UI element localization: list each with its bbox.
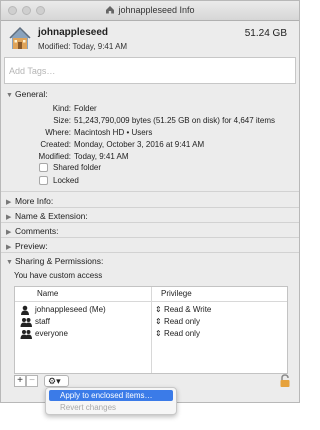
shared-folder-checkbox[interactable] [39, 163, 48, 172]
divider [1, 191, 299, 192]
disclosure-closed-icon: ▶ [6, 244, 12, 251]
group-icon [20, 317, 32, 329]
divider [1, 207, 299, 208]
disclosure-closed-icon: ▶ [6, 214, 12, 221]
table-row[interactable]: johnappleseed (Me) ⇕ Read & Write [15, 305, 287, 317]
info-header: johnappleseed Modified: Today, 9:41 AM 5… [1, 21, 299, 57]
general-section-header[interactable]: ▼ General: [6, 89, 48, 99]
table-row[interactable]: everyone ⇕ Read only [15, 329, 287, 341]
item-name: johnappleseed [38, 27, 109, 38]
comments-label: Comments: [15, 226, 59, 236]
action-menu-button[interactable]: ⚙▾ [44, 375, 69, 387]
disclosure-closed-icon: ▶ [6, 199, 12, 206]
row-label: Kind: [52, 104, 71, 113]
row-label: Where: [45, 128, 71, 137]
group-icon [20, 329, 32, 341]
remove-user-button[interactable]: − [26, 375, 38, 387]
row-name: everyone [35, 329, 68, 338]
menu-item-apply-to-enclosed[interactable]: Apply to enclosed items… [49, 390, 173, 401]
row-value: Monday, October 3, 2016 at 9:41 AM [74, 140, 205, 149]
column-header-privilege[interactable]: Privilege [161, 287, 192, 300]
gear-icon: ⚙▾ [48, 376, 61, 386]
name-extension-label: Name & Extension: [15, 211, 88, 221]
row-label: Modified: [38, 152, 71, 161]
title-bar: johnappleseed Info [1, 1, 299, 21]
privilege-value: Read & Write [163, 305, 212, 314]
stepper-icon: ⇕ [155, 317, 162, 326]
locked-checkbox[interactable] [39, 176, 48, 185]
info-window: johnappleseed Info johnappleseed Modifie… [0, 0, 300, 403]
home-folder-icon [9, 26, 31, 50]
window-title-text: johnappleseed Info [118, 5, 195, 15]
disclosure-open-icon: ▼ [6, 259, 13, 266]
item-modified: Modified: Today, 9:41 AM [38, 42, 128, 51]
privilege-value: Read only [163, 317, 200, 326]
stepper-icon: ⇕ [155, 305, 162, 314]
shared-folder-label: Shared folder [53, 163, 102, 172]
row-label: Created: [40, 140, 71, 149]
row-value: Folder [74, 104, 97, 113]
row-value: Today, 9:41 AM [74, 152, 129, 161]
add-user-button[interactable]: + [14, 375, 26, 387]
table-row[interactable]: staff ⇕ Read only [15, 317, 287, 329]
stepper-icon: ⇕ [155, 329, 162, 338]
item-size: 51.24 GB [244, 28, 287, 39]
name-extension-section-header[interactable]: ▶ Name & Extension: [6, 211, 88, 221]
divider [1, 222, 299, 223]
more-info-section-header[interactable]: ▶ More Info: [6, 196, 53, 206]
row-name: johnappleseed (Me) [35, 305, 106, 314]
preview-label: Preview: [15, 241, 48, 251]
comments-section-header[interactable]: ▶ Comments: [6, 226, 58, 236]
disclosure-open-icon: ▼ [6, 92, 13, 99]
more-info-label: More Info: [15, 196, 54, 206]
row-value: Macintosh HD • Users [74, 128, 153, 137]
divider [1, 237, 299, 238]
divider [1, 252, 299, 253]
sharing-header-label: Sharing & Permissions: [15, 256, 104, 266]
permissions-table: Name Privilege johnappleseed (Me) ⇕ Read… [14, 286, 288, 374]
user-icon [20, 305, 30, 317]
column-header-name[interactable]: Name [37, 287, 58, 300]
row-label: Size: [53, 116, 71, 125]
general-header-label: General: [15, 89, 48, 99]
access-notice: You have custom access [14, 271, 103, 280]
home-folder-icon [105, 5, 115, 16]
privilege-value: Read only [163, 329, 200, 338]
window-title: johnappleseed Info [1, 5, 299, 16]
sharing-section-header[interactable]: ▼ Sharing & Permissions: [6, 256, 103, 266]
tags-field-container [4, 57, 296, 84]
menu-item-revert-changes[interactable]: Revert changes [49, 402, 173, 413]
action-dropdown-menu: Apply to enclosed items… Revert changes [45, 387, 177, 415]
privilege-select[interactable]: ⇕ Read only [155, 317, 200, 326]
row-name: staff [35, 317, 50, 326]
row-value: 51,243,790,009 bytes (51.25 GB on disk) … [74, 116, 276, 125]
privilege-select[interactable]: ⇕ Read only [155, 329, 200, 338]
tags-input[interactable] [5, 58, 295, 83]
disclosure-closed-icon: ▶ [6, 229, 12, 236]
privilege-select[interactable]: ⇕ Read & Write [155, 305, 211, 314]
lock-icon[interactable] [279, 374, 291, 390]
locked-label: Locked [53, 176, 79, 185]
preview-section-header[interactable]: ▶ Preview: [6, 241, 48, 251]
